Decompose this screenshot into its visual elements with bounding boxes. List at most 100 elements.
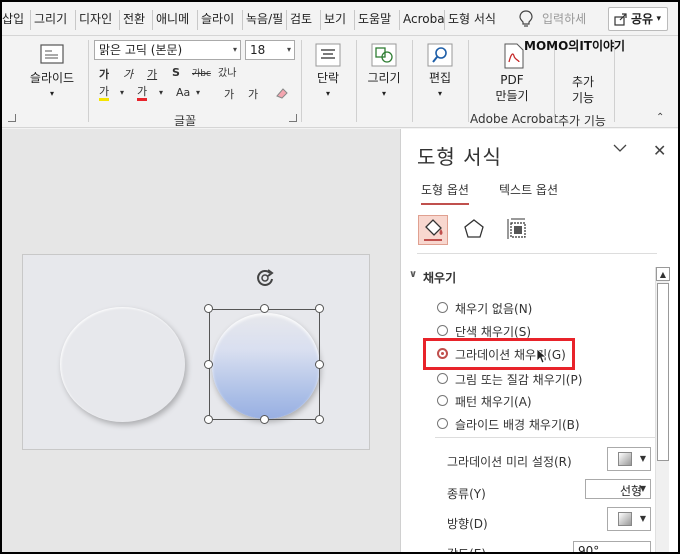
radio-button[interactable] (437, 325, 448, 336)
tab-transitions[interactable]: 전환 (119, 10, 145, 30)
radio-button[interactable] (437, 418, 448, 429)
angle-input[interactable]: 90° (573, 541, 651, 552)
editing-label: 편집 (428, 71, 452, 85)
rotate-handle-icon[interactable] (254, 267, 276, 289)
strikethrough-button[interactable]: 가bc (192, 66, 211, 79)
radio-button[interactable] (437, 302, 448, 313)
tab-shape-format[interactable]: 도형 서식 (444, 10, 496, 30)
circle-shape-plain[interactable] (60, 307, 185, 422)
font-name-select[interactable]: 맑은 고딕 (본문) ▾ (94, 40, 241, 60)
tab-insert[interactable]: 삽입 (2, 10, 24, 30)
resize-handle[interactable] (315, 360, 324, 369)
close-icon[interactable]: ✕ (653, 141, 666, 160)
watermark-text: MOMO의IT이야기 (524, 39, 626, 53)
highlight-color-button[interactable]: 가 (99, 86, 110, 101)
tab-view[interactable]: 보기 (320, 10, 346, 30)
resize-handle[interactable] (204, 360, 213, 369)
acrobat-group-label: Adobe Acrobat (470, 112, 559, 126)
lightbulb-icon (519, 10, 533, 27)
clear-formatting-icon[interactable] (274, 86, 290, 100)
char-spacing-button[interactable]: 갔나 (218, 64, 236, 79)
decrease-font-button[interactable]: 가 (248, 86, 258, 102)
chevron-down-icon[interactable] (613, 143, 627, 153)
paragraph-icon (315, 43, 341, 67)
share-button[interactable]: 공유 ▾ (608, 7, 668, 31)
italic-button[interactable]: 가 (123, 66, 133, 82)
scrollbar-thumb[interactable] (657, 283, 669, 461)
tab-shape-options[interactable]: 도형 옵션 (421, 181, 469, 205)
size-properties-tab[interactable] (503, 215, 533, 245)
format-shape-pane: 도형 서식 ✕ 도형 옵션 텍스트 옵션 ∨ 채우기 채우기 없음(N) 단색 … (400, 129, 678, 554)
effects-tab[interactable] (460, 215, 490, 245)
tab-acrobat[interactable]: Acroba (399, 10, 445, 30)
chevron-down-icon[interactable]: ▾ (120, 88, 124, 97)
pdf-icon (504, 43, 524, 69)
paragraph-button[interactable]: 단락 ▾ (306, 42, 350, 102)
type-label: 종류(Y) (447, 487, 486, 501)
group-separator (412, 40, 413, 122)
tab-record[interactable]: 녹음/필 (242, 10, 283, 30)
font-size-select[interactable]: 18 ▾ (245, 40, 295, 60)
radio-button[interactable] (437, 373, 448, 384)
change-case-button[interactable]: Aa (176, 86, 190, 99)
direction-label: 방향(D) (447, 517, 488, 531)
font-size-value: 18 (250, 43, 266, 57)
font-color-button[interactable]: 가 (137, 86, 148, 101)
gradient-type-value: 선형 (620, 484, 643, 498)
add-ins-label-2: 기능 (571, 91, 595, 105)
chevron-down-icon: ▼ (639, 454, 646, 463)
angle-label: 각도(E) (447, 547, 487, 554)
resize-handle[interactable] (315, 304, 324, 313)
chevron-down-icon: ▾ (381, 89, 386, 98)
tab-review[interactable]: 검토 (286, 10, 312, 30)
gradient-preset-label: 그라데이션 미리 설정(R) (447, 455, 572, 469)
share-icon (614, 13, 627, 26)
add-ins-button[interactable]: 추가 기능 (560, 74, 606, 106)
dialog-launcher-icon[interactable] (289, 114, 297, 122)
pane-title: 도형 서식 (417, 145, 502, 169)
collapse-ribbon-icon[interactable]: ⌃ (656, 112, 664, 123)
radio-label: 채우기 없음(N) (455, 302, 533, 316)
drawing-button[interactable]: 그리기 ▾ (362, 42, 406, 102)
share-label: 공유 (631, 12, 654, 26)
tab-draw[interactable]: 그리기 (30, 10, 67, 30)
tell-me-search[interactable]: 입력하세 (542, 10, 586, 28)
resize-handle[interactable] (204, 304, 213, 313)
chevron-down-icon: ▼ (639, 484, 646, 493)
editing-button[interactable]: 편집 ▾ (418, 42, 462, 102)
new-slide-button[interactable]: 슬라이드 ▾ (24, 42, 80, 102)
tab-text-options[interactable]: 텍스트 옵션 (499, 181, 558, 198)
gradient-preset-picker[interactable]: ▼ (607, 447, 651, 471)
shadow-button[interactable]: S (172, 66, 180, 79)
ribbon-tab-bar: 삽입 그리기 디자인 전환 애니메 슬라이 녹음/필 검토 보기 도움말 Acr… (2, 2, 678, 36)
pdf-label: PDF (500, 73, 524, 87)
scroll-up-icon[interactable]: ▲ (656, 267, 670, 281)
gradient-type-select[interactable]: 선형 ▼ (585, 479, 651, 499)
chevron-down-icon: ▾ (325, 89, 330, 98)
tab-animations[interactable]: 애니메 (152, 10, 189, 30)
bold-button[interactable]: 가 (99, 66, 109, 82)
fill-line-tab[interactable] (418, 215, 448, 245)
size-layout-icon (507, 218, 526, 239)
tab-design[interactable]: 디자인 (75, 10, 112, 30)
pane-scrollbar[interactable]: ▲ (655, 267, 670, 552)
tab-help[interactable]: 도움말 (354, 10, 391, 30)
underline-button[interactable]: 가 (147, 66, 157, 82)
chevron-down-icon[interactable]: ▾ (196, 88, 200, 97)
font-group-label: 글꼴 (174, 114, 197, 128)
chevron-down-icon[interactable]: ▾ (159, 88, 163, 97)
increase-font-button[interactable]: 가 (224, 86, 234, 102)
gradient-direction-picker[interactable]: ▼ (607, 507, 651, 531)
chevron-down-icon: ▼ (639, 514, 646, 523)
resize-handle[interactable] (260, 415, 269, 424)
resize-handle[interactable] (260, 304, 269, 313)
fill-section-header[interactable]: ∨ 채우기 (409, 269, 456, 286)
resize-handle[interactable] (315, 415, 324, 424)
chevron-down-icon: ∨ (409, 269, 418, 280)
tab-slideshow[interactable]: 슬라이 (197, 10, 234, 30)
shapes-icon (371, 43, 397, 67)
dialog-launcher-icon[interactable] (8, 114, 16, 122)
radio-button[interactable] (437, 395, 448, 406)
resize-handle[interactable] (204, 415, 213, 424)
slide-canvas[interactable] (22, 254, 370, 450)
